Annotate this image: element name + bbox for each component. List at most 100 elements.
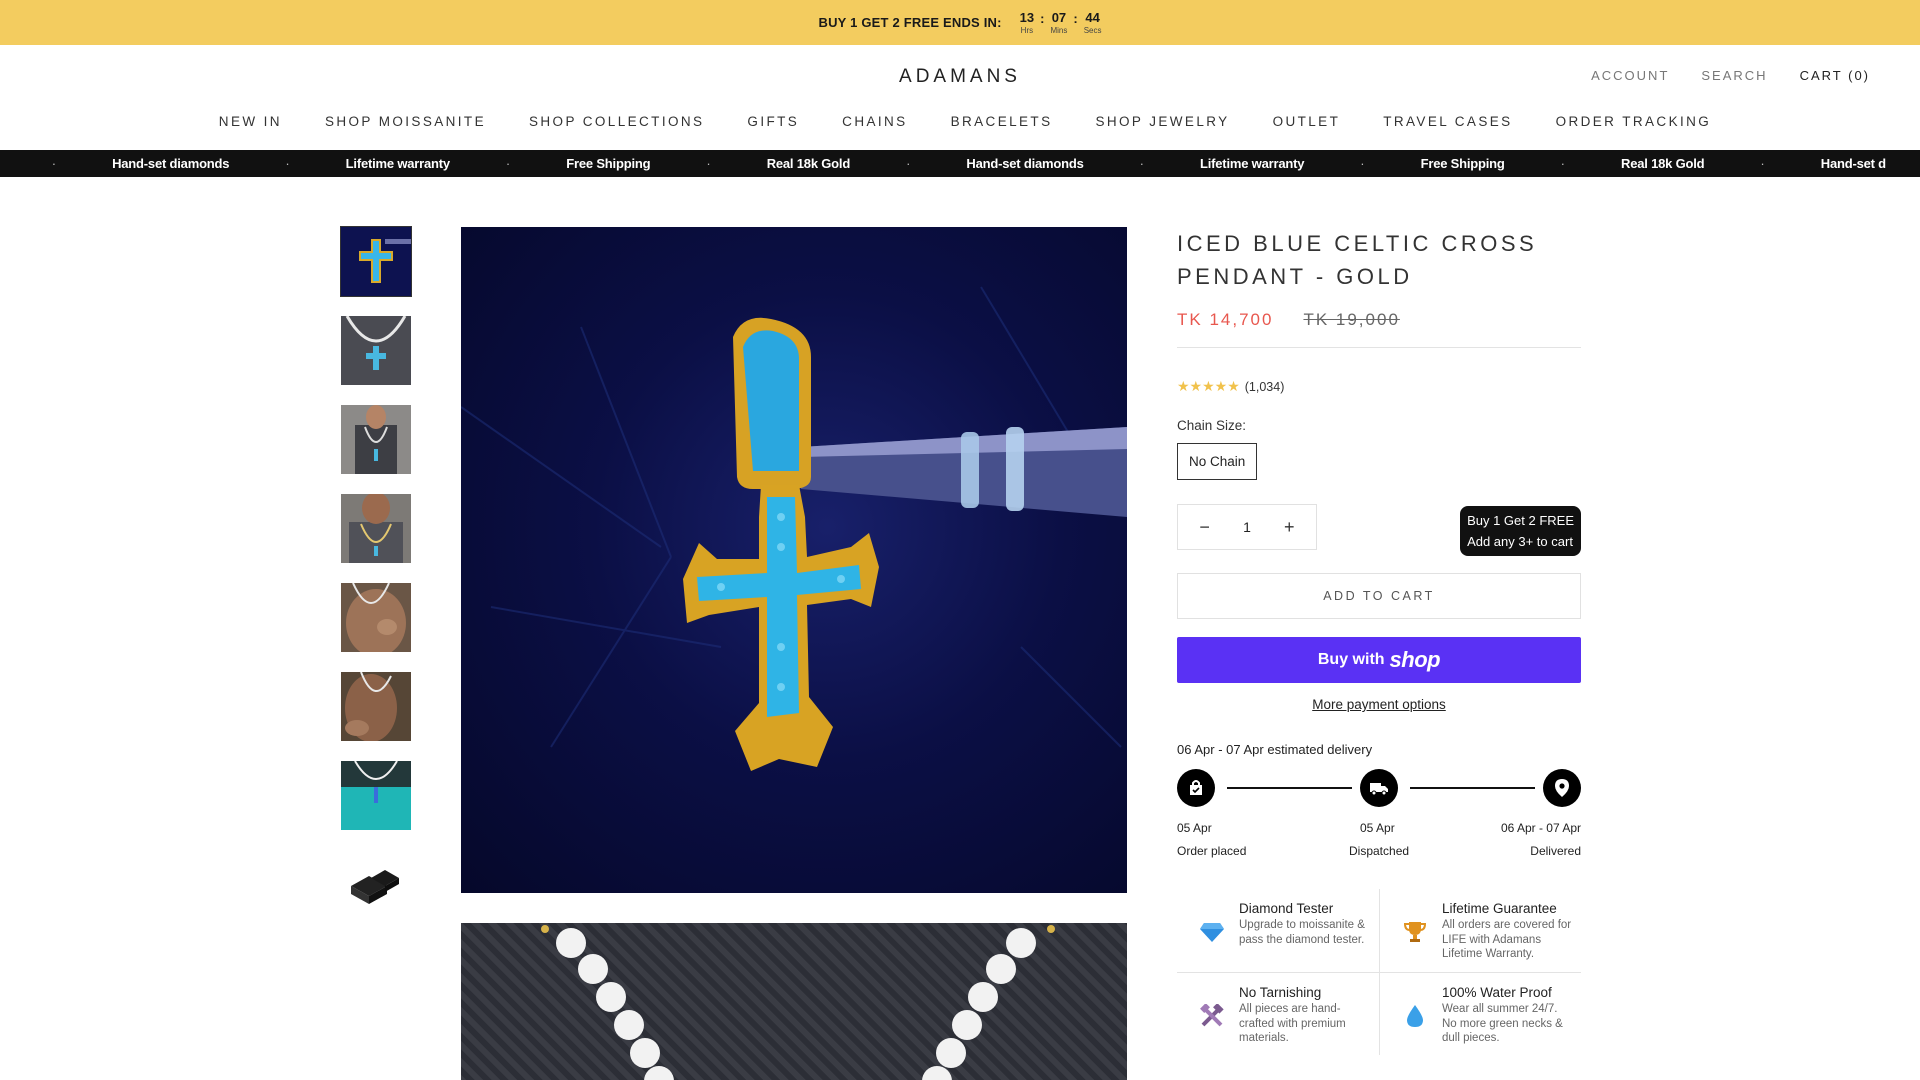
thumb-model-front[interactable] [341,405,411,474]
cart-link[interactable]: CART (0) [1800,68,1870,83]
nav-outlet[interactable]: OUTLET [1273,114,1341,129]
feature-lifetime-guarantee: Lifetime Guarantee All orders are covere… [1379,889,1581,972]
step-date-order-placed: 05 Apr [1177,821,1212,835]
thumb-model-hand[interactable] [341,583,411,652]
thumb-model-closeup[interactable] [341,494,411,563]
marquee-separator: · [505,156,511,171]
countdown-seconds: 44 Secs [1084,11,1102,35]
countdown-hours: 13 Hrs [1020,11,1034,35]
chain-size-option[interactable]: No Chain [1177,443,1258,480]
nav-chains[interactable]: CHAINS [842,114,907,129]
marquee-item: Real 18k Gold [1621,156,1705,171]
quantity-stepper: − 1 + [1177,504,1317,550]
nav-order-tracking[interactable]: ORDER TRACKING [1556,114,1712,129]
promo-bar: BUY 1 GET 2 FREE ENDS IN: 13 Hrs : 07 Mi… [0,0,1920,45]
header-actions: ACCOUNT SEARCH CART (0) [1591,68,1870,83]
quantity-decrease-button[interactable]: − [1190,517,1220,538]
bundle-offer-badge: Buy 1 Get 2 FREE Add any 3+ to cart [1460,506,1581,556]
search-link[interactable]: SEARCH [1701,68,1767,83]
marquee-separator: · [706,156,711,171]
nav-shop-jewelry[interactable]: SHOP JEWELRY [1095,114,1229,129]
compare-price: TK 19,000 [1303,310,1400,329]
more-payment-options-link[interactable]: More payment options [1177,697,1581,712]
step-label-order-placed: Order placed [1177,844,1247,858]
product-main-image[interactable] [461,227,1127,893]
nav-gifts[interactable]: GIFTS [747,114,799,129]
product-info: ICED BLUE CELTIC CROSS PENDANT - GOLD TK… [1177,227,1581,1055]
marquee-separator: · [1360,156,1365,171]
feature-desc: Upgrade to moissanite & pass the diamond… [1239,919,1365,946]
marquee-track: d · Hand-set diamonds · Lifetime warrant… [0,150,1886,177]
water-drop-icon [1400,1001,1430,1031]
marquee-item: Lifetime warranty [345,156,450,171]
thumbnail-list [340,226,412,939]
delivery-tracker: 05 Apr 05 Apr 06 Apr - 07 Apr Order plac… [1177,769,1581,859]
feature-desc: Wear all summer 24/7. No more green neck… [1442,1003,1563,1044]
countdown-seconds-label: Secs [1083,25,1102,35]
tracker-line [1227,787,1352,789]
marquee-separator: · [906,156,911,171]
marquee-item: Real 18k Gold [766,156,851,171]
marquee-separator: · [51,156,57,171]
nav-shop-collections[interactable]: SHOP COLLECTIONS [529,114,704,129]
countdown-separator: : [1073,10,1078,26]
nav-new-in[interactable]: NEW IN [219,114,282,129]
countdown-seconds-value: 44 [1085,9,1100,25]
feature-no-tarnishing: No Tarnishing All pieces are hand-crafte… [1177,972,1379,1055]
countdown-hours-label: Hrs [1020,25,1034,35]
promo-text: BUY 1 GET 2 FREE ENDS IN: [818,15,1002,30]
rating-summary[interactable]: ★★★★★ (1,034) [1177,378,1581,395]
thumb-pendant-water[interactable] [341,761,411,830]
feature-desc: All pieces are hand-crafted with premium… [1239,1003,1346,1044]
chain-size-label: Chain Size: [1177,418,1247,433]
shop-pay-button[interactable]: Buy with shop [1177,637,1581,683]
countdown-minutes-value: 07 [1051,9,1067,25]
feature-diamond-tester: Diamond Tester Upgrade to moissanite & p… [1177,889,1379,972]
feature-desc: All orders are covered for LIFE with Ada… [1442,919,1572,960]
divider [1177,347,1581,348]
thumb-gift-box[interactable] [341,850,411,919]
countdown-minutes-label: Mins [1050,25,1068,35]
delivery-estimate: 06 Apr - 07 Apr estimated delivery [1177,742,1373,757]
marquee-item: Lifetime warranty [1200,156,1305,171]
marquee-item: Hand-set diamonds [112,156,230,171]
shop-pay-text: Buy with [1317,651,1385,668]
marquee-separator: · [1139,156,1144,171]
feature-title: 100% Water Proof [1442,985,1552,1000]
feature-title: No Tarnishing [1239,985,1322,1000]
feature-grid: Diamond Tester Upgrade to moissanite & p… [1177,889,1581,1055]
benefits-marquee: d · Hand-set diamonds · Lifetime warrant… [0,150,1920,177]
step-date-delivered: 06 Apr - 07 Apr [1500,821,1581,835]
trophy-icon [1400,917,1430,947]
tools-icon [1197,1001,1227,1031]
account-link[interactable]: ACCOUNT [1591,68,1669,83]
countdown-hours-value: 13 [1019,9,1035,25]
bag-icon [1177,769,1215,807]
thumb-cross-pendant[interactable] [340,226,412,297]
marquee-item: Free Shipping [1420,156,1505,171]
nav-bracelets[interactable]: BRACELETS [951,114,1053,129]
marquee-separator: · [285,156,290,171]
add-to-cart-button[interactable]: ADD TO CART [1177,573,1581,619]
truck-icon [1360,769,1398,807]
star-rating-icon: ★★★★★ [1177,378,1240,394]
thumb-model-wrist[interactable] [341,672,411,741]
shop-pay-logo: shop [1389,647,1441,672]
quantity-value[interactable]: 1 [1243,519,1251,535]
countdown-timer: 13 Hrs : 07 Mins : 44 Secs [1020,11,1102,35]
diamond-icon [1197,917,1227,947]
quantity-increase-button[interactable]: + [1274,517,1304,538]
main-nav: NEW IN SHOP MOISSANITE SHOP COLLECTIONS … [0,114,1920,129]
nav-travel-cases[interactable]: TRAVEL CASES [1383,114,1512,129]
site-header: ADAMANS ACCOUNT SEARCH CART (0) NEW IN S… [0,45,1920,150]
product-second-image[interactable] [461,923,1127,1080]
countdown-minutes: 07 Mins [1050,11,1067,35]
marquee-separator: · [1760,156,1765,171]
nav-shop-moissanite[interactable]: SHOP MOISSANITE [325,114,486,129]
tracker-line [1410,787,1535,789]
price-row: TK 14,700 TK 19,000 [1177,310,1581,330]
feature-title: Lifetime Guarantee [1442,901,1557,916]
thumb-pendant-on-chain[interactable] [341,316,411,385]
marquee-item: Free Shipping [566,156,651,171]
step-date-dispatched: 05 Apr [1360,821,1395,835]
